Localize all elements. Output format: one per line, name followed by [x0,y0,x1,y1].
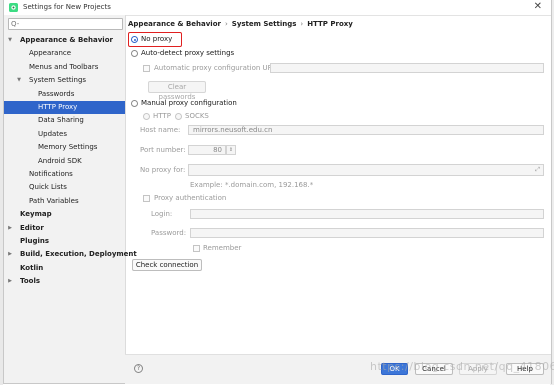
host-name-label: Host name: [140,126,181,134]
sidebar-item-quick-lists[interactable]: Quick Lists [4,181,125,194]
help-icon[interactable]: ? [134,364,143,373]
remember-label[interactable]: Remember [203,244,241,253]
auto-url-checkbox[interactable] [143,65,150,72]
sidebar-item-system-settings[interactable]: ▼ System Settings [4,74,125,87]
sidebar-item-updates[interactable]: Updates [4,128,125,141]
sidebar-item-label: Appearance [29,49,72,58]
manual-proxy-radio[interactable] [131,100,138,107]
socks-radio[interactable] [175,113,182,120]
sidebar-item-notifications[interactable]: Notifications [4,168,125,181]
auto-detect-radio[interactable] [131,50,138,57]
breadcrumb-separator: › [224,20,228,28]
sidebar-item-label: System Settings [29,76,87,85]
breadcrumb-separator: › [300,20,304,28]
expand-icon[interactable]: ⤢ [535,166,540,174]
sidebar-item-memory-settings[interactable]: Memory Settings [4,141,125,154]
sidebar-item-tools[interactable]: ▶ Tools [4,275,125,288]
sidebar-item-http-proxy[interactable]: HTTP Proxy [4,101,125,114]
sidebar-item-keymap[interactable]: Keymap [4,208,125,221]
close-icon[interactable]: ✕ [534,1,542,13]
breadcrumb: Appearance & Behavior › System Settings › HT… [128,20,353,28]
auto-url-input[interactable] [270,63,544,73]
sidebar-item-editor[interactable]: ▶ Editor [4,222,125,235]
auto-detect-label[interactable]: Auto-detect proxy settings [141,49,234,58]
sidebar-item-build-execution-deployment[interactable]: ▶ Build, Execution, Deployment [4,248,137,261]
port-number-value: 80 [213,146,222,154]
breadcrumb-http-proxy: HTTP Proxy [307,20,353,28]
port-number-input[interactable]: 80 [188,145,226,155]
sidebar-item-label: Memory Settings [38,143,98,152]
breadcrumb-appearance: Appearance & Behavior [128,20,221,28]
chevron-down-icon[interactable]: ▼ [15,74,23,87]
sidebar-item-passwords[interactable]: Passwords [4,88,125,101]
sidebar-item-label: Kotlin [20,263,44,272]
sidebar-item-label: Editor [20,223,44,232]
window-title: Settings for New Projects [23,3,111,11]
breadcrumb-system-settings: System Settings [231,20,297,28]
password-input[interactable] [190,228,544,238]
port-number-label: Port number: [140,146,186,154]
clear-passwords-button[interactable]: Clear passwords [148,81,206,101]
login-input[interactable] [190,209,544,219]
sidebar-item-label: Plugins [20,237,50,245]
no-proxy-for-label: No proxy for: [140,166,186,174]
sidebar-item-label: Menus and Toolbars [29,62,99,71]
sidebar-item-android-sdk[interactable]: Android SDK [4,155,125,168]
search-icon: Q- [11,20,20,28]
sidebar-item-label: Data Sharing [38,116,84,125]
no-proxy-for-input[interactable]: ⤢ [188,164,544,176]
sidebar-item-label: HTTP Proxy [38,103,78,111]
sidebar-item-label: Tools [20,277,41,286]
no-proxy-radio[interactable] [131,36,138,43]
chevron-down-icon[interactable]: ▼ [6,34,14,47]
chevron-right-icon[interactable]: ▶ [6,222,14,235]
sidebar-item-menus-and-toolbars[interactable]: Menus and Toolbars [4,61,125,74]
http-label[interactable]: HTTP [153,112,171,121]
remember-checkbox[interactable] [193,245,200,252]
chevron-right-icon[interactable]: ▶ [6,275,14,288]
password-label: Password: [151,229,187,237]
socks-label[interactable]: SOCKS [185,112,209,121]
login-label: Login: [151,210,173,218]
manual-proxy-label[interactable]: Manual proxy configuration [141,99,237,108]
sidebar-item-label: Passwords [38,89,75,98]
sidebar-item-label: Appearance & Behavior [20,36,113,44]
settings-sidebar: Q- ▼ Appearance & Behavior Appearance Menus… [4,15,137,383]
sidebar-item-appearance-behavior[interactable]: ▼ Appearance & Behavior [4,34,125,47]
http-radio[interactable] [143,113,150,120]
android-studio-icon [9,3,18,12]
no-proxy-example: Example: *.domain.com, 192.168.* [190,181,314,189]
sidebar-item-appearance[interactable]: Appearance [4,47,125,60]
sidebar-item-label: Updates [38,129,67,138]
port-stepper[interactable]: ⇕ [226,145,236,155]
sidebar-item-label: Quick Lists [29,183,67,192]
search-input[interactable]: Q- [8,18,123,30]
settings-window: Settings for New Projects ✕ Q- ▼ Appearan… [3,0,552,384]
watermark-text: https://blog.csdn.net/qq_41806966 [370,360,554,373]
proxy-auth-checkbox[interactable] [143,195,150,202]
sidebar-item-label: Path Variables [29,196,79,205]
sidebar-item-path-variables[interactable]: Path Variables [4,195,125,208]
check-connection-button[interactable]: Check connection [132,259,202,271]
host-name-input[interactable]: mirrors.neusoft.edu.cn [188,125,544,135]
sidebar-item-label: Build, Execution, Deployment [20,250,137,259]
auto-url-label: Automatic proxy configuration URL: [154,64,279,72]
sidebar-item-label: Android SDK [38,156,82,165]
sidebar-item-label: Keymap [20,210,52,219]
sidebar-item-plugins[interactable]: Plugins [4,235,125,248]
chevron-right-icon[interactable]: ▶ [6,248,14,261]
proxy-auth-label[interactable]: Proxy authentication [154,194,226,203]
sidebar-item-data-sharing[interactable]: Data Sharing [4,114,125,127]
title-bar: Settings for New Projects ✕ [4,0,551,16]
sidebar-item-label: Notifications [29,170,73,178]
no-proxy-label[interactable]: No proxy [141,35,172,44]
sidebar-item-kotlin[interactable]: Kotlin [4,262,125,275]
